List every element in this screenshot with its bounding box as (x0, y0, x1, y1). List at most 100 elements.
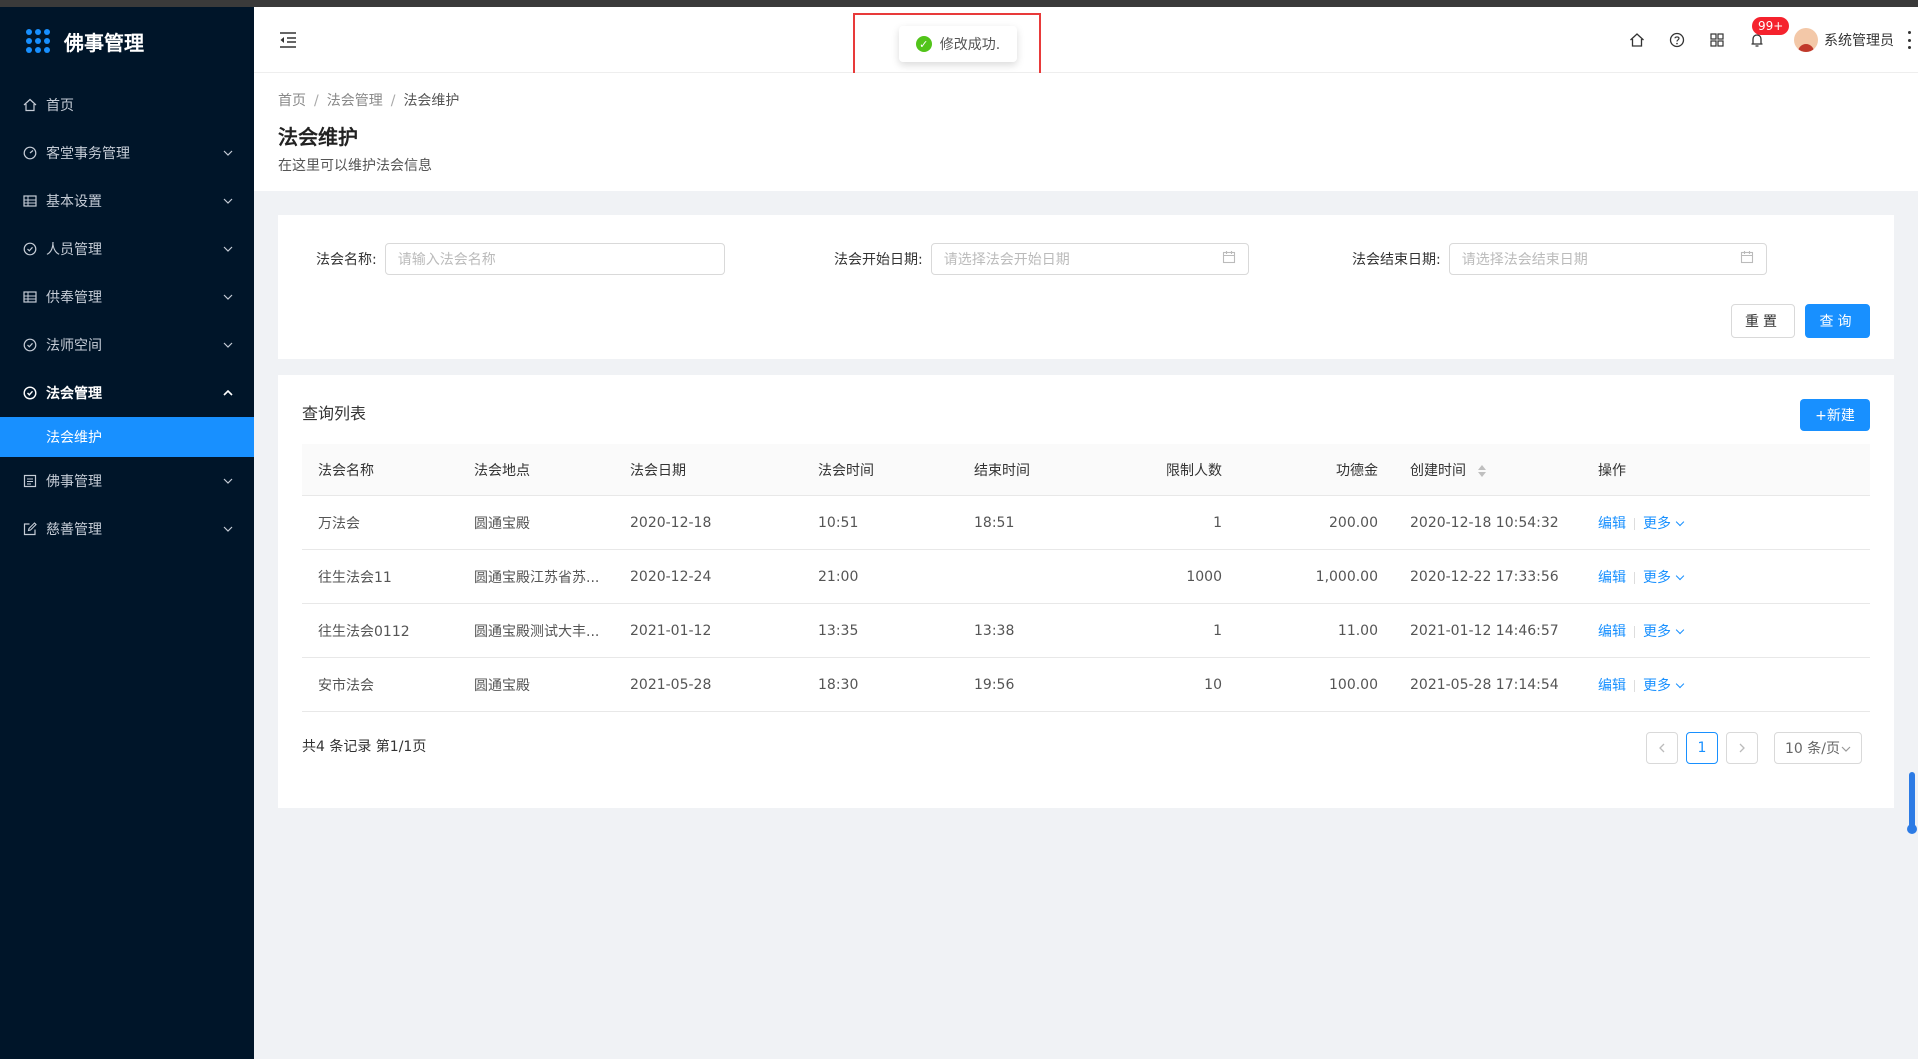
edit-link[interactable]: 编辑 (1598, 678, 1626, 694)
new-button[interactable]: +新建 (1800, 399, 1870, 431)
start-date-field-group: 法会开始日期: 请选择法会开始日期 (834, 243, 1249, 275)
name-input[interactable]: 请输入法会名称 (384, 243, 725, 275)
next-page-button[interactable] (1726, 732, 1758, 764)
cell-actions: 编辑 更多 (1582, 675, 1870, 695)
pagination: 1 10 条/页 (1638, 732, 1862, 764)
sidebar-item-basic-settings[interactable]: 基本设置 (0, 177, 254, 225)
sidebar-item-dharma-assembly[interactable]: 法会管理 (0, 369, 254, 417)
cell-created: 2021-01-12 14:46:57 (1410, 622, 1559, 639)
menu-fold-icon[interactable] (278, 31, 298, 49)
chevron-down-icon (222, 147, 234, 159)
appstore-icon[interactable] (1708, 31, 1726, 49)
cell-end-time: 18:51 (974, 514, 1015, 531)
cell-amount: 200.00 (1329, 514, 1378, 531)
app-title: 佛事管理 (64, 30, 144, 55)
more-vertical-icon[interactable] (1904, 31, 1914, 49)
home-icon (22, 97, 38, 113)
end-date-picker[interactable]: 请选择法会结束日期 (1448, 243, 1767, 275)
edit-link[interactable]: 编辑 (1598, 624, 1626, 640)
user-name[interactable]: 系统管理员 (1824, 30, 1894, 50)
sidebar-menu: 首页 客堂事务管理 基本设置 人员管理 供奉管理 法师空间 法会管理 法会维护 … (0, 81, 254, 553)
cell-amount: 11.00 (1337, 622, 1378, 639)
cell-location: 圆通宝殿测试大丰... (474, 623, 600, 640)
sidebar-item-label: 法会管理 (46, 386, 102, 402)
home-icon[interactable] (1628, 31, 1646, 49)
sidebar-item-home[interactable]: 首页 (0, 81, 254, 129)
app-logo[interactable]: 佛事管理 (0, 7, 254, 75)
avatar[interactable] (1794, 28, 1818, 52)
help-icon[interactable] (1668, 31, 1686, 49)
start-date-placeholder: 请选择法会开始日期 (943, 252, 1070, 268)
cell-name: 万法会 (318, 515, 360, 532)
sidebar-item-personnel[interactable]: 人员管理 (0, 225, 254, 273)
data-table: 法会名称 法会地点 法会日期 法会时间 结束时间 限制人数 功德金 创建时间 操… (302, 444, 1870, 712)
more-link[interactable]: 更多 (1643, 624, 1671, 640)
notification-badge: 99+ (1752, 17, 1790, 35)
name-label: 法会名称: (316, 252, 377, 268)
end-date-field-group: 法会结束日期: 请选择法会结束日期 (1352, 243, 1767, 275)
column-header: 限制人数 (1166, 462, 1222, 479)
cell-date: 2021-05-28 (630, 676, 712, 693)
sidebar-item-label: 法师空间 (46, 338, 102, 354)
sidebar-item-buddhist-affairs[interactable]: 佛事管理 (0, 457, 254, 505)
name-field-group: 法会名称: 请输入法会名称 (316, 243, 725, 275)
cell-location: 圆通宝殿江苏省苏... (474, 569, 600, 586)
more-link[interactable]: 更多 (1643, 570, 1671, 586)
more-link[interactable]: 更多 (1643, 678, 1671, 694)
cell-limit: 1 (1213, 622, 1222, 639)
page-header: 首页 / 法会管理 / 法会维护 法会维护 在这里可以维护法会信息 (254, 73, 1918, 191)
table-row: 往生法会11 圆通宝殿江苏省苏... 2020-12-24 21:00 1000… (302, 550, 1870, 604)
sidebar-item-offerings[interactable]: 供奉管理 (0, 273, 254, 321)
page-number-button[interactable]: 1 (1686, 732, 1718, 764)
calendar-icon (1740, 250, 1754, 268)
cell-created: 2020-12-18 10:54:32 (1410, 514, 1559, 531)
cell-actions: 编辑 更多 (1582, 621, 1870, 641)
table-row: 万法会 圆通宝殿 2020-12-18 10:51 18:51 1 200.00… (302, 496, 1870, 550)
sidebar-subitem-label: 法会维护 (46, 430, 102, 446)
top-header: 99+ 系统管理员 (254, 7, 1918, 73)
column-header: 法会名称 (318, 462, 374, 479)
chevron-down-icon (1675, 571, 1685, 580)
card-title: 查询列表 (302, 404, 367, 423)
chevron-down-icon (1675, 517, 1685, 526)
table-row: 安市法会 圆通宝殿 2021-05-28 18:30 19:56 10 100.… (302, 658, 1870, 712)
column-header-created[interactable]: 创建时间 (1394, 460, 1582, 480)
sidebar-item-label: 佛事管理 (46, 474, 102, 490)
end-date-placeholder: 请选择法会结束日期 (1461, 252, 1588, 268)
success-toast: ✓ 修改成功. (899, 26, 1017, 62)
sidebar-item-label: 慈善管理 (46, 522, 102, 538)
sidebar-subitem-assembly-maintenance[interactable]: 法会维护 (0, 417, 254, 457)
page-size-select[interactable]: 10 条/页 (1774, 732, 1862, 764)
page-title: 法会维护 (278, 125, 358, 149)
query-button[interactable]: 查询 (1805, 304, 1870, 338)
more-link[interactable]: 更多 (1643, 516, 1671, 532)
breadcrumb-item-assembly[interactable]: 法会管理 (327, 93, 383, 109)
bell-icon[interactable]: 99+ (1748, 17, 1790, 49)
cell-actions: 编辑 更多 (1582, 567, 1870, 587)
chevron-down-icon (1841, 740, 1851, 756)
cell-limit: 1000 (1186, 568, 1222, 585)
sidebar-item-label: 供奉管理 (46, 290, 102, 306)
edit-link[interactable]: 编辑 (1598, 570, 1626, 586)
cell-name: 往生法会11 (318, 569, 392, 586)
reset-button[interactable]: 重置 (1731, 304, 1795, 338)
chevron-down-icon (222, 339, 234, 351)
breadcrumb-item-home[interactable]: 首页 (278, 93, 306, 109)
start-date-picker[interactable]: 请选择法会开始日期 (930, 243, 1249, 275)
edit-link[interactable]: 编辑 (1598, 516, 1626, 532)
sidebar-item-charity[interactable]: 慈善管理 (0, 505, 254, 553)
sidebar-item-reception[interactable]: 客堂事务管理 (0, 129, 254, 177)
column-header: 功德金 (1336, 462, 1378, 479)
cell-end-time: 19:56 (974, 676, 1015, 693)
chevron-down-icon (1675, 625, 1685, 634)
end-date-label: 法会结束日期: (1352, 252, 1441, 268)
cell-location: 圆通宝殿 (474, 677, 530, 694)
sidebar-item-label: 首页 (46, 98, 74, 114)
toast-message: 修改成功. (939, 37, 1001, 53)
sidebar-item-master-space[interactable]: 法师空间 (0, 321, 254, 369)
scrollbar-thumb[interactable] (1907, 772, 1917, 834)
prev-page-button[interactable] (1646, 732, 1678, 764)
sort-icon[interactable] (1478, 464, 1487, 477)
check-circle-icon (22, 241, 38, 257)
page-size-value: 10 条/页 (1785, 741, 1840, 757)
